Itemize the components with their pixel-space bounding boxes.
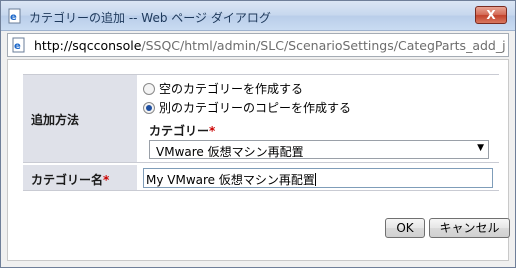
category-label-text: カテゴリー xyxy=(149,124,210,138)
ie-page-icon: e xyxy=(7,8,23,24)
address-url: http://sqcconsole/SSQC/html/admin/SLC/Sc… xyxy=(34,38,506,53)
add-method-label-cell: 追加方法 xyxy=(23,75,137,162)
text-caret xyxy=(314,173,316,186)
category-name-input[interactable]: My VMware 仮想マシン再配置 xyxy=(143,168,493,188)
chevron-down-icon[interactable]: ▼ xyxy=(477,143,484,153)
radio-copy[interactable] xyxy=(143,102,155,114)
category-select-value: VMware 仮想マシン再配置 xyxy=(156,145,304,159)
required-mark: * xyxy=(103,173,110,187)
category-select[interactable]: VMware 仮想マシン再配置 ▼ xyxy=(149,140,489,159)
category-label: カテゴリー* xyxy=(149,122,215,139)
svg-text:e: e xyxy=(14,41,21,52)
cancel-button[interactable]: キャンセル xyxy=(429,218,510,238)
ok-button[interactable]: OK xyxy=(385,218,425,238)
category-name-label: カテゴリー名 xyxy=(31,173,104,187)
category-name-label-cell: カテゴリー名* xyxy=(23,165,137,190)
address-host: http://sqcconsole xyxy=(34,38,142,53)
required-mark: * xyxy=(209,124,216,138)
address-bar[interactable]: e http://sqcconsole/SSQC/html/admin/SLC/… xyxy=(7,33,509,57)
dialog-content: 追加方法 空のカテゴリーを作成する 別のカテゴリーのコピーを作成する カテゴリー… xyxy=(7,59,510,261)
radio-empty[interactable] xyxy=(143,83,155,95)
category-name-value: My VMware 仮想マシン再配置 xyxy=(146,173,315,187)
window-title: カテゴリーの追加 -- Web ページ ダイアログ xyxy=(29,11,271,25)
add-method-label: 追加方法 xyxy=(31,113,80,127)
add-method-row: 追加方法 空のカテゴリーを作成する 別のカテゴリーのコピーを作成する カテゴリー… xyxy=(23,74,499,163)
radio-empty-label: 空のカテゴリーを作成する xyxy=(159,82,304,96)
radio-copy-label: 別のカテゴリーのコピーを作成する xyxy=(159,101,352,115)
radio-copy-option[interactable]: 別のカテゴリーのコピーを作成する xyxy=(143,99,351,116)
dialog-window: e カテゴリーの追加 -- Web ページ ダイアログ X e http://s… xyxy=(0,0,516,268)
ie-page-icon: e xyxy=(11,37,27,53)
category-name-row: カテゴリー名* My VMware 仮想マシン再配置 xyxy=(23,165,499,191)
title-bar: e カテゴリーの追加 -- Web ページ ダイアログ X xyxy=(1,1,515,31)
close-button[interactable]: X xyxy=(475,6,507,24)
radio-empty-option[interactable]: 空のカテゴリーを作成する xyxy=(143,80,303,97)
svg-text:e: e xyxy=(10,12,17,23)
address-path: /SSQC/html/admin/SLC/ScenarioSettings/Ca… xyxy=(141,38,506,53)
